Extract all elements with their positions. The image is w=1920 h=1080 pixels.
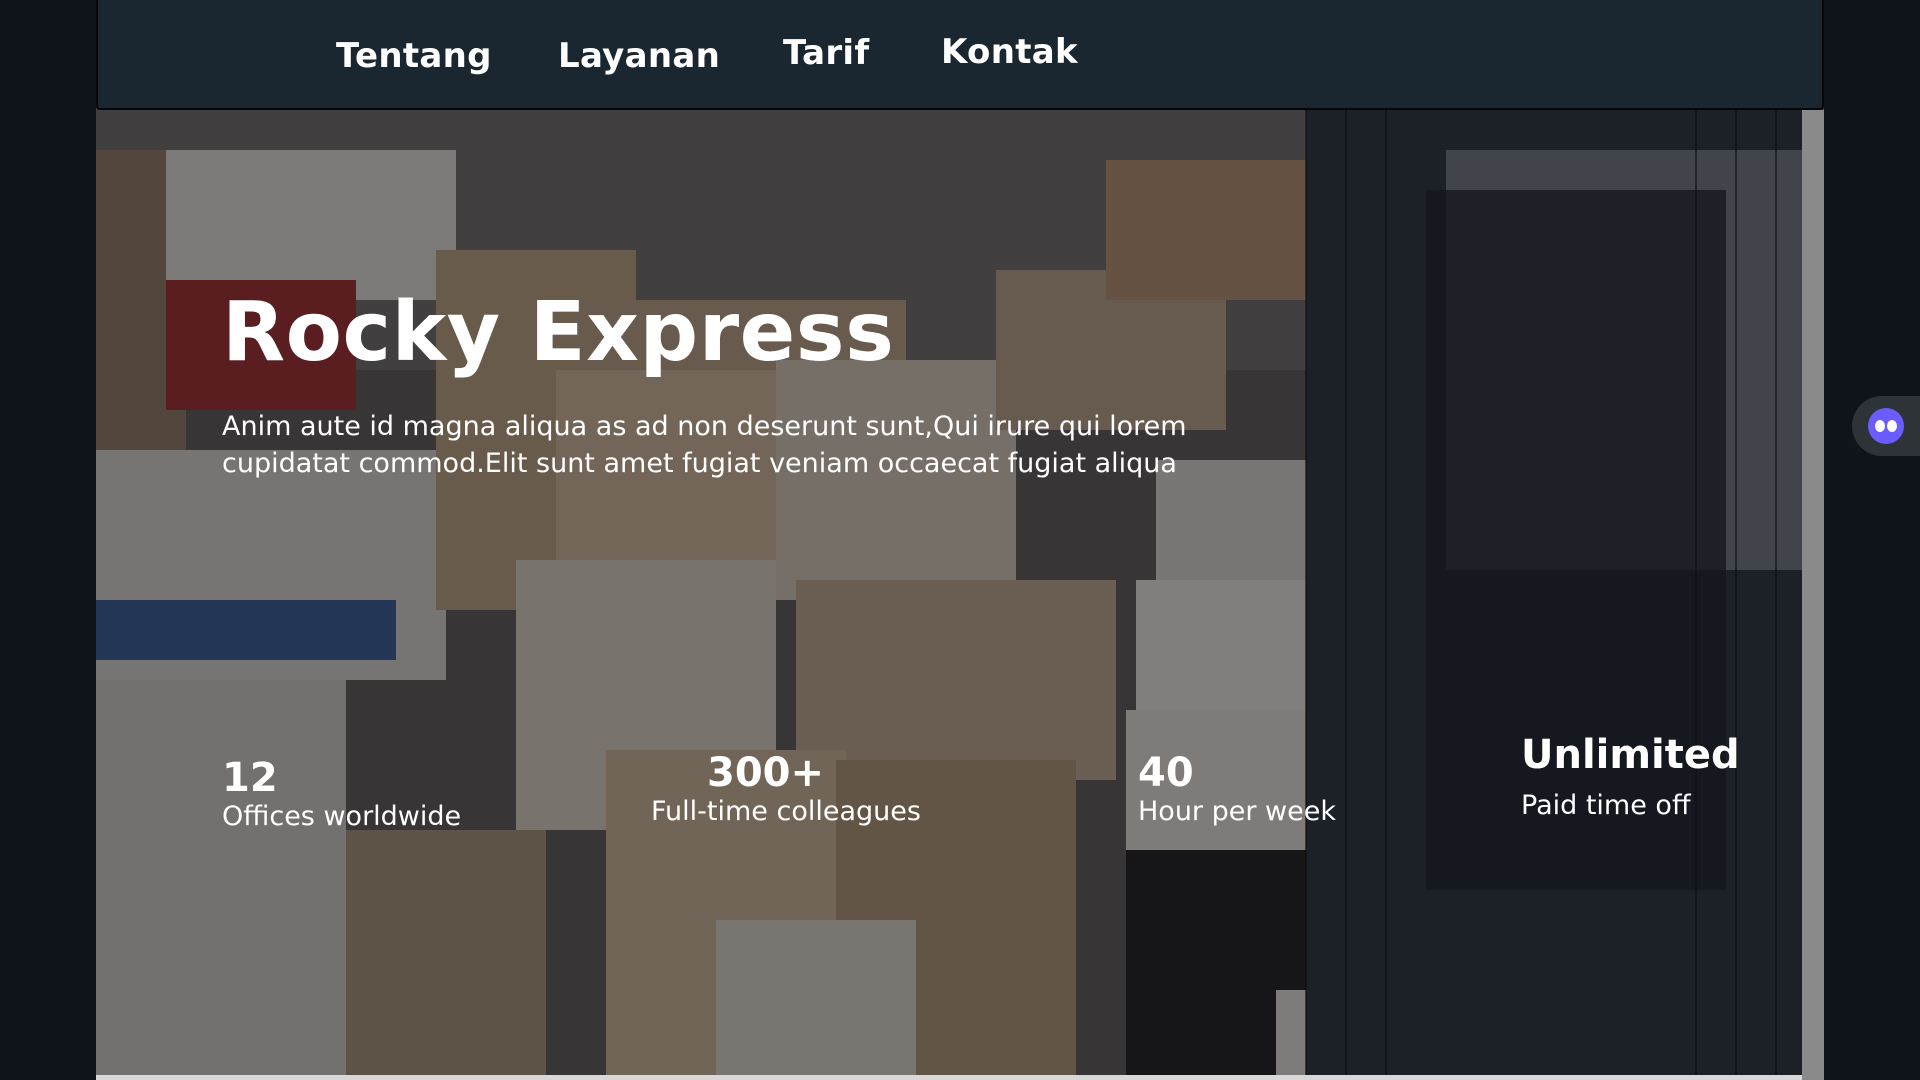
hero-section: Rocky Express Anim aute id magna aliqua … <box>96 110 1802 1080</box>
bottom-divider <box>96 1075 1802 1080</box>
nav-link-layanan[interactable]: Layanan <box>558 36 720 76</box>
nav-link-kontak[interactable]: Kontak <box>941 32 1078 72</box>
stat-hours: 40 Hour per week <box>1138 750 1336 827</box>
stat-value: Unlimited <box>1521 732 1740 778</box>
hero-title: Rocky Express <box>222 285 895 380</box>
stat-label: Paid time off <box>1521 790 1691 821</box>
stat-value: 300+ <box>707 750 825 796</box>
stat-value: 40 <box>1138 750 1194 796</box>
browser-viewport: Tentang Layanan Tarif Kontak Rocky Expre… <box>96 0 1824 1080</box>
stat-label: Offices worldwide <box>222 801 462 832</box>
assistant-widget-button[interactable] <box>1852 396 1920 456</box>
hero-dark-overlay <box>96 110 1802 1080</box>
stat-paid-time-off: Unlimited Paid time off <box>1521 732 1740 821</box>
stat-label: Full-time colleagues <box>651 796 921 827</box>
top-navbar: Tentang Layanan Tarif Kontak <box>96 0 1824 110</box>
hero-description: Anim aute id magna aliqua as ad non dese… <box>222 411 1187 479</box>
stat-value: 12 <box>222 755 278 801</box>
stat-offices: 12 Offices worldwide <box>222 755 461 832</box>
stat-label: Hour per week <box>1138 796 1336 827</box>
nav-link-tentang[interactable]: Tentang <box>336 36 492 76</box>
page-scrollbar[interactable] <box>1802 110 1824 1080</box>
assistant-face-icon <box>1868 408 1904 444</box>
stat-colleagues: 300+ Full-time colleagues <box>651 750 921 827</box>
nav-link-tarif[interactable]: Tarif <box>783 33 869 73</box>
